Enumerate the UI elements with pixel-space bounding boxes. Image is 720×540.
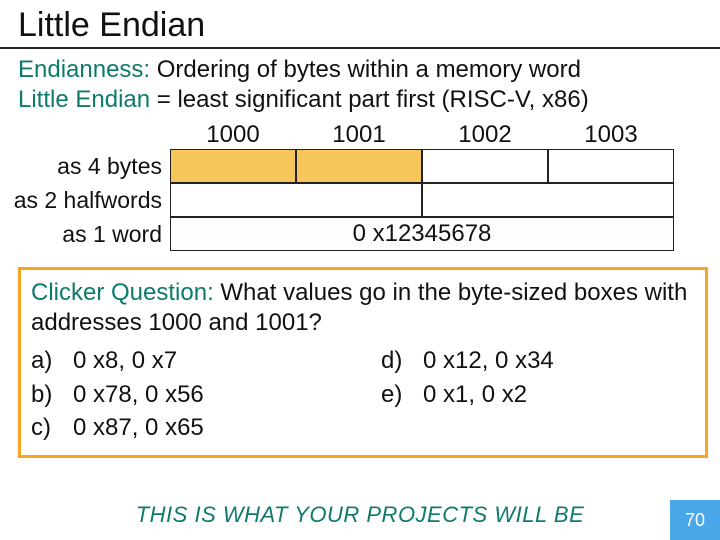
answers-left: a)0 x8, 0 x7 b)0 x78, 0 x56 c)0 x87, 0 x…: [31, 344, 361, 445]
word-cell: 0 x12345678: [170, 217, 674, 251]
address-row: 1000 1001 1002 1003: [170, 121, 720, 149]
clicker-label: Clicker Question:: [31, 279, 214, 306]
word-label: as 1 word: [0, 221, 170, 248]
little-endian-label: Little Endian: [18, 86, 150, 113]
byte-cell-1001: [296, 149, 422, 183]
page-number: 70: [670, 500, 720, 540]
answer-d: d)0 x12, 0 x34: [381, 344, 554, 378]
answer-c: c)0 x87, 0 x65: [31, 411, 361, 445]
halfword-cell-0: [170, 183, 422, 217]
halfwords-label: as 2 halfwords: [0, 187, 170, 214]
answer-e: e)0 x1, 0 x2: [381, 378, 554, 412]
title-rule: [0, 47, 720, 49]
word-row: as 1 word 0 x12345678: [0, 217, 720, 251]
footer-note: THIS IS WHAT YOUR PROJECTS WILL BE: [0, 502, 720, 528]
answer-a: a)0 x8, 0 x7: [31, 344, 361, 378]
halfword-cell-1: [422, 183, 674, 217]
answers: a)0 x8, 0 x7 b)0 x78, 0 x56 c)0 x87, 0 x…: [31, 344, 695, 445]
byte-cell-1002: [422, 149, 548, 183]
byte-cell-1003: [548, 149, 674, 183]
clicker-box: Clicker Question: What values go in the …: [18, 267, 708, 458]
bytes-label: as 4 bytes: [0, 153, 170, 180]
clicker-question: Clicker Question: What values go in the …: [31, 278, 695, 338]
little-endian-text: = least significant part first (RISC-V, …: [150, 86, 589, 113]
byte-cell-1000: [170, 149, 296, 183]
answers-right: d)0 x12, 0 x34 e)0 x1, 0 x2: [361, 344, 554, 445]
bytes-row: as 4 bytes: [0, 149, 720, 183]
addr-1003: 1003: [548, 121, 674, 149]
endianness-text: Ordering of bytes within a memory word: [150, 56, 581, 83]
answer-b: b)0 x78, 0 x56: [31, 378, 361, 412]
halfwords-row: as 2 halfwords: [0, 183, 720, 217]
memory-table: 1000 1001 1002 1003 as 4 bytes as 2 half…: [0, 121, 720, 251]
addr-1001: 1001: [296, 121, 422, 149]
subtitle: Endianness: Ordering of bytes within a m…: [0, 53, 720, 121]
slide-title: Little Endian: [0, 0, 720, 47]
endianness-label: Endianness:: [18, 56, 150, 83]
addr-1000: 1000: [170, 121, 296, 149]
addr-1002: 1002: [422, 121, 548, 149]
